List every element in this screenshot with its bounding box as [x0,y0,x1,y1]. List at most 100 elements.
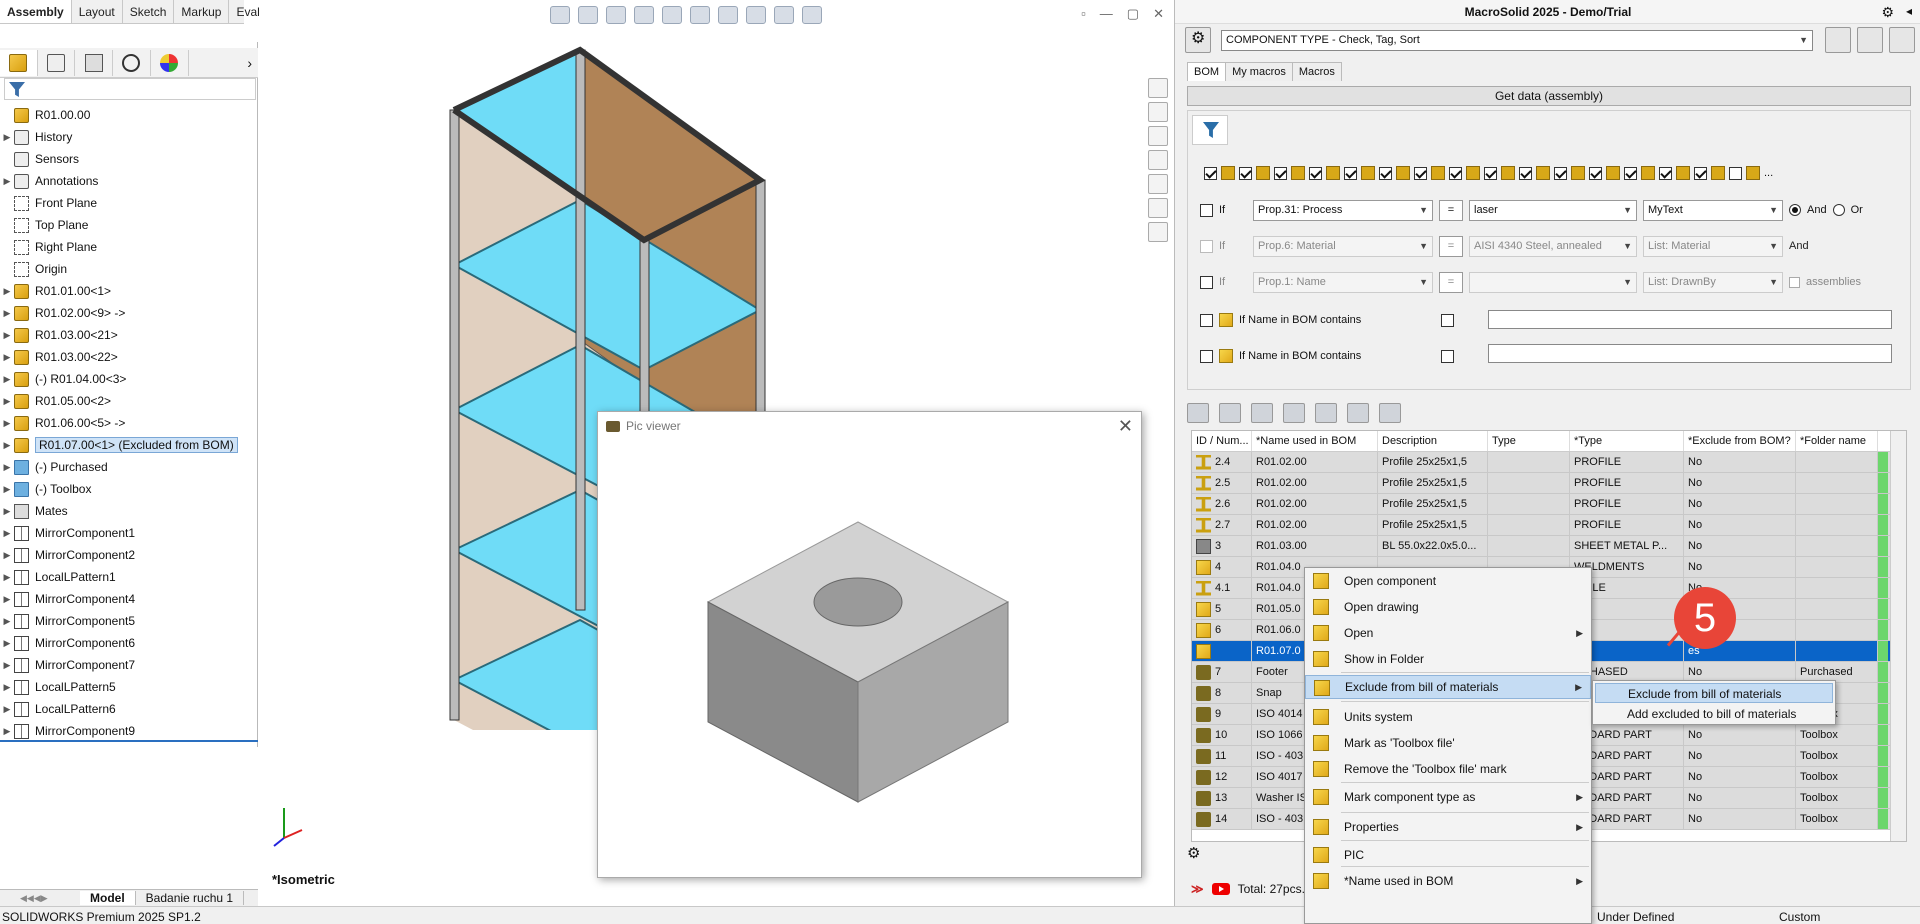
maximize-icon[interactable]: ▢ [1127,6,1139,22]
tab-markup[interactable]: Markup [174,0,230,23]
type-filter-checkbox[interactable] [1519,166,1532,180]
condition-1-operator[interactable]: = [1439,199,1463,221]
condition-2-value-select[interactable]: AISI 4340 Steel, annealed ▼ [1469,235,1637,257]
grid-columns-icon[interactable] [1219,403,1241,423]
submenu-add-excluded-to-bom[interactable]: Add excluded to bill of materials [1595,704,1833,724]
table-row[interactable]: 2.5 R01.02.00 Profile 25x25x1,5 PROFILE No [1192,473,1906,494]
tree-item[interactable]: ▶ R01.07.00<1> (Excluded from BOM) [0,434,258,456]
tab-model[interactable]: Model [80,891,136,905]
expand-arrow-icon[interactable]: ▶ [0,396,14,407]
macro-settings-button[interactable]: ⚙ [1185,27,1211,53]
filter-tab[interactable] [1192,115,1228,145]
condition-2-property-select[interactable]: Prop.6: Material ▼ [1253,235,1433,257]
zoom-to-fit-icon[interactable] [550,6,570,24]
tree-item[interactable]: Right Plane [0,236,258,258]
tree-item[interactable]: ▶ Mates [0,500,258,522]
expand-arrow-icon[interactable]: ▶ [0,308,14,319]
tree-item[interactable]: ▶ MirrorComponent4 [0,588,258,610]
grid-search-icon[interactable] [1379,403,1401,423]
tab-motion-study[interactable]: Badanie ruchu 1 [136,891,245,905]
tree-item[interactable]: ▶ LocalLPattern6 [0,698,258,720]
resources-icon[interactable] [1148,78,1168,98]
status-units[interactable]: Custom [1779,910,1820,924]
condition-3-value-select[interactable]: ▼ [1469,271,1637,293]
name-contains-2-case-checkbox[interactable] [1441,349,1454,363]
menu-item[interactable]: *Name used in BOM ▶ [1305,869,1591,893]
tree-item[interactable]: ▶ MirrorComponent1 [0,522,258,544]
macro-select-combo[interactable]: COMPONENT TYPE - Check, Tag, Sort ▼ [1221,30,1813,51]
tab-layout[interactable]: Layout [72,0,123,23]
tree-item[interactable]: ▶ MirrorComponent7 [0,654,258,676]
menu-item[interactable]: Mark component type as ▶ [1305,785,1591,809]
close-icon[interactable]: ✕ [1153,6,1164,22]
feature-manager-tab[interactable] [0,49,38,76]
expand-arrow-icon[interactable]: ▶ [0,506,14,517]
name-contains-1-case-checkbox[interactable] [1441,313,1454,327]
expand-chevrons-icon[interactable] [1148,222,1168,242]
pin-icon[interactable]: ◂ [1906,4,1912,18]
condition-1-value-select[interactable]: laser ▼ [1469,199,1637,221]
tree-item[interactable]: ▶ MirrorComponent6 [0,632,258,654]
view-settings-icon[interactable] [802,6,822,24]
grid-export-icon[interactable] [1283,403,1305,423]
menu-item[interactable]: Properties ▶ [1305,815,1591,839]
menu-item[interactable]: Open drawing [1305,595,1591,619]
condition-3-operator[interactable]: = [1439,271,1463,293]
get-data-button[interactable]: Get data (assembly) [1187,86,1911,106]
col-exclude[interactable]: *Exclude from BOM? [1684,431,1796,451]
menu-item[interactable]: Remove the 'Toolbox file' mark [1305,757,1591,781]
tree-item[interactable]: ▶ R01.01.00<1> [0,280,258,302]
minimize-icon[interactable]: — [1100,6,1113,22]
expand-arrow-icon[interactable]: ▶ [0,176,14,187]
expand-arrow-icon[interactable]: ▶ [0,440,14,451]
expand-arrow-icon[interactable]: ▶ [0,682,14,693]
type-filter-checkbox[interactable] [1344,166,1357,180]
expand-arrow-icon[interactable]: ▶ [0,418,14,429]
condition-1-property-select[interactable]: Prop.31: Process ▼ [1253,199,1433,221]
display-manager-tab[interactable] [151,49,189,76]
type-filter-checkbox[interactable] [1484,166,1497,180]
youtube-icon[interactable] [1211,883,1230,895]
type-filter-checkbox[interactable] [1449,166,1462,180]
grid-tree-icon[interactable] [1251,403,1273,423]
submenu-exclude-from-bom[interactable]: Exclude from bill of materials [1595,683,1833,703]
macro-edit-button[interactable] [1889,27,1915,53]
apply-scene-icon[interactable] [774,6,794,24]
condition-2-checkbox[interactable] [1200,239,1213,253]
name-contains-2-checkbox[interactable] [1200,349,1213,363]
expand-arrow-icon[interactable]: ▶ [0,594,14,605]
pic-viewer-close-button[interactable]: ✕ [1118,416,1133,437]
condition-1-checkbox[interactable] [1200,203,1213,217]
file-explorer-icon[interactable] [1148,126,1168,146]
tree-item[interactable]: ▶ MirrorComponent9 [0,720,258,742]
expand-arrow-icon[interactable]: ▶ [0,660,14,671]
col-type[interactable]: Type [1488,431,1570,451]
assemblies-checkbox[interactable] [1789,276,1800,288]
tree-item[interactable]: ▶ Annotations [0,170,258,192]
tab-my-macros[interactable]: My macros [1225,62,1293,81]
tree-item[interactable]: Top Plane [0,214,258,236]
menu-item[interactable]: Show in Folder [1305,647,1591,671]
section-view-icon[interactable] [634,6,654,24]
design-library-icon[interactable] [1148,102,1168,122]
condition-3-checkbox[interactable] [1200,275,1213,289]
chevrons-down-icon[interactable]: ≫ [1191,882,1204,896]
col-ptype[interactable]: *Type [1570,431,1684,451]
tab-bom[interactable]: BOM [1187,62,1227,81]
type-filter-checkbox[interactable] [1274,166,1287,180]
grid-scrollbar[interactable] [1890,431,1906,841]
tree-item[interactable]: ▶ R01.05.00<2> [0,390,258,412]
or-radio[interactable] [1832,204,1845,216]
expand-arrow-icon[interactable]: ▶ [0,704,14,715]
table-row[interactable]: 2.4 R01.02.00 Profile 25x25x1,5 PROFILE No [1192,452,1906,473]
tree-item[interactable]: ▶ (-) R01.04.00<3> [0,368,258,390]
grid-footer-settings-icon[interactable]: ⚙ [1187,844,1209,864]
and-radio[interactable] [1789,204,1801,216]
tab-nav-arrows[interactable]: ◀◀◀▶ [0,893,80,904]
tab-sketch[interactable]: Sketch [123,0,175,23]
condition-3-list-select[interactable]: List: DrawnBy ▼ [1643,271,1783,293]
tree-item[interactable]: ▶ R01.03.00<21> [0,324,258,346]
more-types-button[interactable]: ... [1764,167,1773,179]
view-orientation-icon[interactable] [662,6,682,24]
expand-arrow-icon[interactable]: ▶ [0,638,14,649]
